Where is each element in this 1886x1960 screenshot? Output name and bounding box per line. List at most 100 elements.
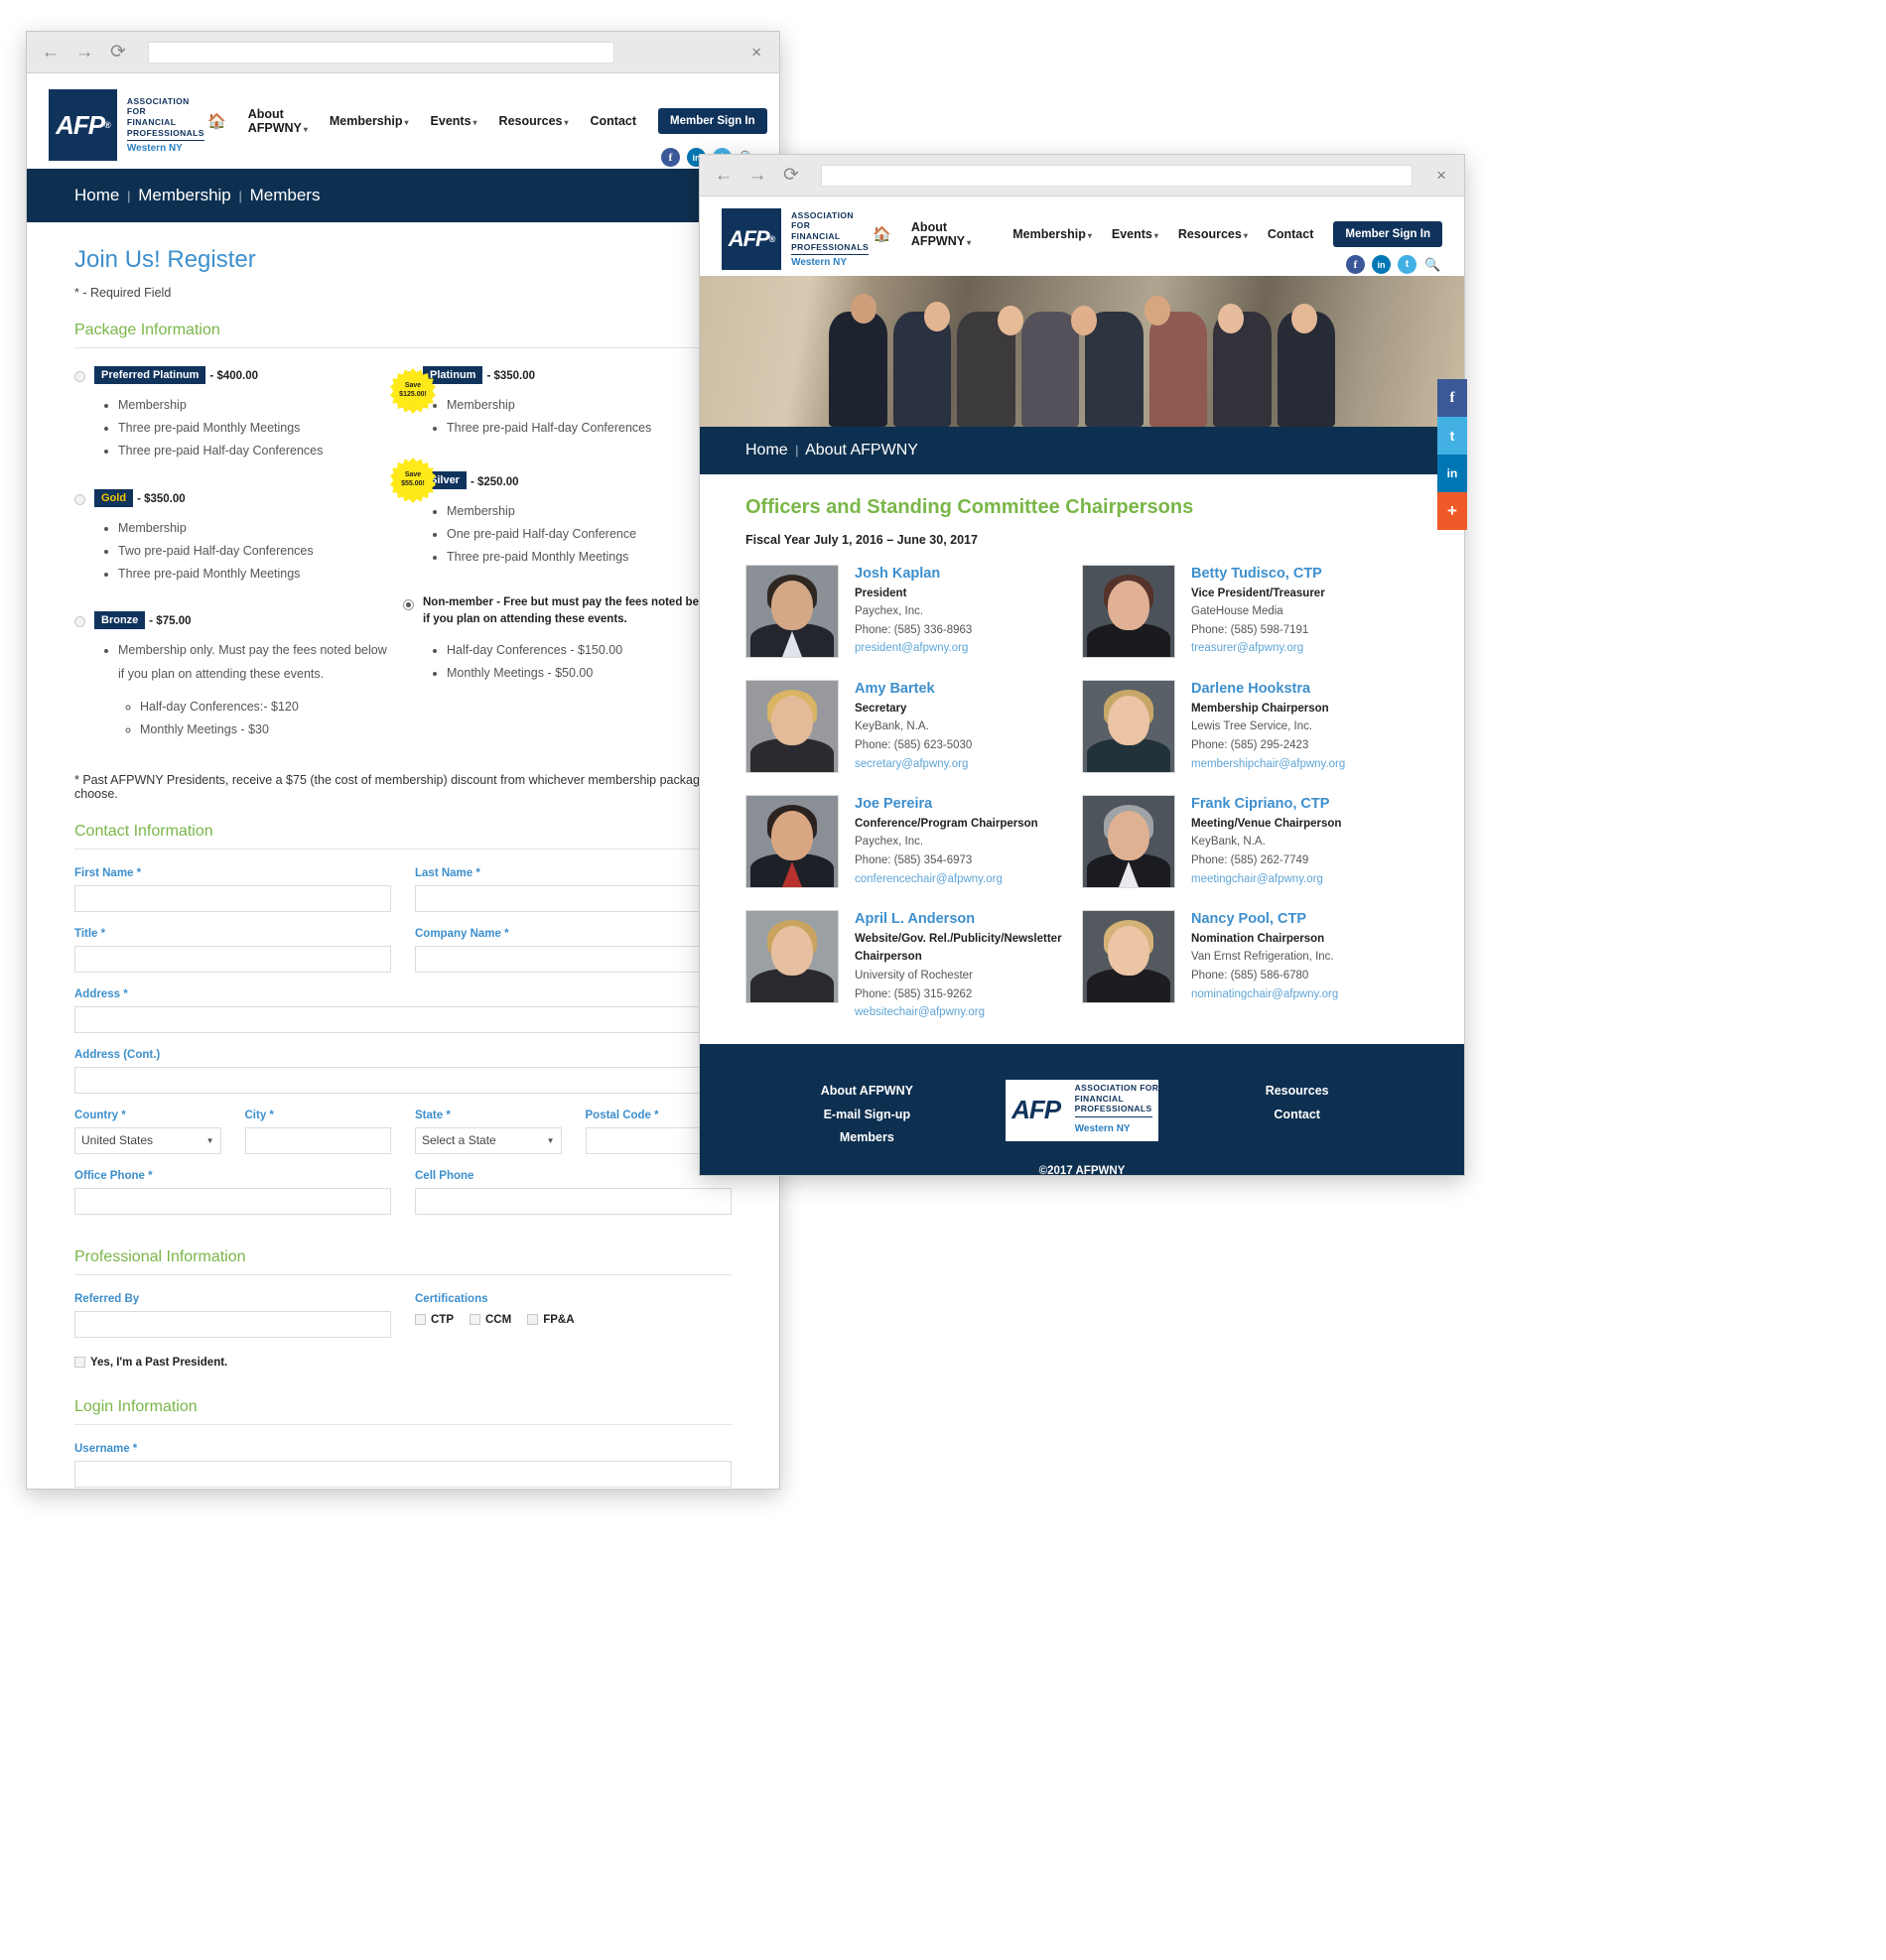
address-bar[interactable]: [821, 164, 1414, 187]
package-silver[interactable]: Silver- $250.00 Membership One pre-paid …: [403, 471, 722, 569]
package-platinum[interactable]: Platinum- $350.00 Membership Three pre-p…: [403, 366, 722, 440]
officer-name[interactable]: April L. Anderson: [855, 910, 1082, 930]
address-bar[interactable]: [148, 41, 614, 64]
package-radio[interactable]: [74, 371, 85, 382]
member-sign-in-button[interactable]: Member Sign In: [1333, 221, 1442, 247]
certifications-checkbox-group[interactable]: CTP CCM FP&A: [415, 1311, 732, 1326]
facebook-icon[interactable]: f: [661, 148, 680, 167]
country-select[interactable]: United States ▼: [74, 1126, 221, 1154]
top-navigation[interactable]: 🏠 About AFPWNY ▾ Membership ▾ Events ▾ Reso…: [207, 89, 767, 135]
certification-fpa[interactable]: FP&A: [527, 1314, 575, 1326]
officer-name[interactable]: Amy Bartek: [855, 680, 972, 700]
checkbox-icon[interactable]: [527, 1314, 539, 1326]
twitter-icon[interactable]: t: [1398, 255, 1416, 274]
facebook-icon[interactable]: f: [1346, 255, 1365, 274]
home-icon[interactable]: 🏠: [207, 112, 226, 130]
address-cont-input[interactable]: [74, 1066, 732, 1094]
breadcrumb-members[interactable]: Members: [250, 186, 321, 204]
officer-email[interactable]: membershipchair@afpwny.org: [1191, 755, 1345, 774]
officer-email[interactable]: secretary@afpwny.org: [855, 755, 972, 774]
member-sign-in-button[interactable]: Member Sign In: [658, 108, 767, 134]
title-input[interactable]: [74, 945, 391, 973]
footer-link-members[interactable]: Members: [759, 1126, 975, 1150]
certification-ctp[interactable]: CTP: [415, 1314, 454, 1326]
city-input[interactable]: [244, 1126, 391, 1154]
username-input[interactable]: [74, 1460, 732, 1488]
breadcrumb-home[interactable]: Home: [745, 442, 788, 458]
nav-item-membership[interactable]: Membership ▾: [330, 114, 409, 128]
officer-email[interactable]: nominatingchair@afpwny.org: [1191, 985, 1338, 1004]
package-non-member[interactable]: Non-member - Free but must pay the fees …: [403, 594, 722, 685]
package-preferred-platinum[interactable]: Preferred Platinum- $400.00 Membership T…: [74, 366, 393, 463]
officer-name[interactable]: Nancy Pool, CTP: [1191, 910, 1338, 930]
back-icon[interactable]: ←: [714, 166, 734, 185]
officer-email[interactable]: president@afpwny.org: [855, 639, 972, 658]
breadcrumb-home[interactable]: Home: [74, 186, 119, 204]
social-share-rail[interactable]: f t in +: [1437, 379, 1467, 530]
officer-name[interactable]: Betty Tudisco, CTP: [1191, 565, 1325, 585]
share-more-icon[interactable]: +: [1437, 492, 1467, 530]
share-facebook-icon[interactable]: f: [1437, 379, 1467, 417]
breadcrumb-about-afpwny[interactable]: About AFPWNY: [805, 442, 918, 458]
social-links-about[interactable]: f in t 🔍: [1346, 255, 1442, 274]
first-name-input[interactable]: [74, 884, 391, 912]
last-name-input[interactable]: [415, 884, 732, 912]
search-icon[interactable]: 🔍: [1423, 255, 1442, 274]
officer-name[interactable]: Darlene Hookstra: [1191, 680, 1345, 700]
checkbox-icon[interactable]: [74, 1357, 85, 1369]
nav-item-membership[interactable]: Membership ▾: [1012, 227, 1092, 241]
company-name-input[interactable]: [415, 945, 732, 973]
home-icon[interactable]: 🏠: [873, 225, 891, 243]
footer-link-resources[interactable]: Resources: [1189, 1080, 1405, 1104]
package-radio[interactable]: [74, 616, 85, 628]
nav-item-about[interactable]: About AFPWNY ▾: [248, 107, 308, 135]
officer-email[interactable]: conferencechair@afpwny.org: [855, 870, 1038, 889]
referred-by-input[interactable]: [74, 1310, 391, 1338]
nav-item-events[interactable]: Events ▾: [431, 114, 477, 128]
nav-item-contact[interactable]: Contact: [1268, 227, 1314, 241]
footer-link-about[interactable]: About AFPWNY: [759, 1080, 975, 1104]
footer-link-email-signup[interactable]: E-mail Sign-up: [759, 1104, 975, 1127]
past-president-checkbox-row[interactable]: Yes, I'm a Past President.: [74, 1354, 732, 1369]
package-gold[interactable]: Gold- $350.00 Membership Two pre-paid Ha…: [74, 488, 393, 587]
close-icon[interactable]: ×: [751, 43, 765, 63]
nav-item-about[interactable]: About AFPWNY ▾: [911, 220, 993, 248]
about-browser-window[interactable]: ← → ⟳ × AFP ® ASSOCIATION FOR FINANCIAL P…: [699, 154, 1465, 1176]
package-radio[interactable]: [74, 493, 85, 505]
breadcrumb-membership[interactable]: Membership: [138, 186, 231, 204]
address-input[interactable]: [74, 1005, 732, 1033]
nav-item-resources[interactable]: Resources ▾: [499, 114, 569, 128]
cell-phone-input[interactable]: [415, 1187, 732, 1215]
nav-item-resources[interactable]: Resources ▾: [1178, 227, 1248, 241]
officer-name[interactable]: Frank Cipriano, CTP: [1191, 795, 1341, 815]
linkedin-icon[interactable]: in: [1372, 255, 1391, 274]
office-phone-input[interactable]: [74, 1187, 391, 1215]
state-select[interactable]: Select a State ▼: [415, 1126, 562, 1154]
officer-email[interactable]: treasurer@afpwny.org: [1191, 639, 1325, 658]
top-navigation[interactable]: 🏠 About AFPWNY ▾ Membership ▾ Events ▾ Reso…: [873, 208, 1442, 248]
share-linkedin-icon[interactable]: in: [1437, 455, 1467, 492]
footer-link-contact[interactable]: Contact: [1189, 1104, 1405, 1127]
afp-logo[interactable]: AFP ® ASSOCIATION FOR FINANCIAL PROFESSIO…: [722, 208, 873, 270]
forward-icon[interactable]: →: [747, 166, 767, 185]
nav-item-contact[interactable]: Contact: [591, 114, 637, 128]
officer-email[interactable]: meetingchair@afpwny.org: [1191, 870, 1341, 889]
package-radio-selected[interactable]: [403, 599, 414, 611]
checkbox-icon[interactable]: [470, 1314, 480, 1326]
officer-email[interactable]: websitechair@afpwny.org: [855, 1003, 1082, 1022]
certification-ccm[interactable]: CCM: [470, 1314, 511, 1326]
officer-name[interactable]: Joe Pereira: [855, 795, 1038, 815]
nav-item-events[interactable]: Events ▾: [1112, 227, 1158, 241]
reload-icon[interactable]: ⟳: [108, 43, 128, 62]
package-bronze[interactable]: Bronze- $75.00 Membership only. Must pay…: [74, 611, 393, 741]
afp-logo[interactable]: AFP ® ASSOCIATION FOR FINANCIAL PROFESSIO…: [49, 89, 207, 161]
officer-name[interactable]: Josh Kaplan: [855, 565, 972, 585]
back-icon[interactable]: ←: [41, 43, 61, 62]
forward-icon[interactable]: →: [74, 43, 94, 62]
past-president-checkbox[interactable]: Yes, I'm a Past President.: [74, 1357, 227, 1369]
share-twitter-icon[interactable]: t: [1437, 417, 1467, 455]
checkbox-icon[interactable]: [415, 1314, 426, 1326]
reload-icon[interactable]: ⟳: [781, 166, 801, 185]
register-browser-window[interactable]: ← → ⟳ × AFP ® ASSOCIATION FOR FINANCIAL P…: [26, 31, 780, 1490]
close-icon[interactable]: ×: [1436, 166, 1450, 186]
